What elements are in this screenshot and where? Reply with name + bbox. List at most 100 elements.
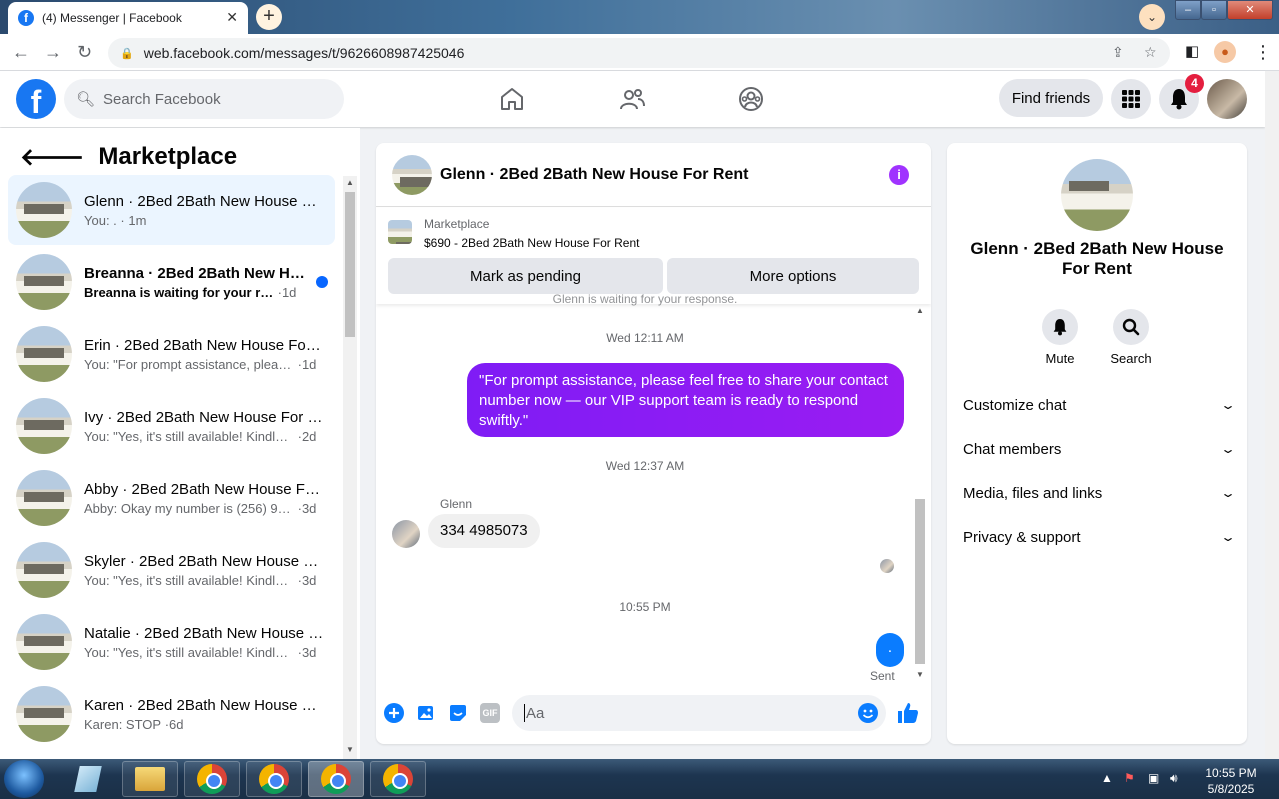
tab-search-icon[interactable]: ⌄ (1139, 4, 1165, 30)
conversation-name: Erin · 2Bed 2Bath New House For Rent (84, 336, 324, 354)
conversation-preview: You: "For prompt assistance, please feel… (84, 356, 294, 372)
find-friends-button[interactable]: Find friends (999, 79, 1103, 117)
message-input-placeholder: Aa (526, 704, 545, 722)
share-icon[interactable]: ⇪ (1112, 44, 1124, 61)
reload-icon[interactable]: ↻ (77, 42, 92, 63)
outgoing-message-bubble[interactable]: . (876, 633, 904, 667)
conversation-name: Glenn · 2Bed 2Bath New House For Rent (84, 192, 324, 210)
search-icon: 🔍︎ (76, 91, 96, 108)
conversation-preview: You: "Yes, it's still available! Kindly … (84, 644, 294, 660)
sticker-icon[interactable] (448, 703, 468, 723)
mark-as-pending-button[interactable]: Mark as pending (388, 258, 663, 294)
profile-icon[interactable]: ● (1214, 41, 1236, 63)
tray-overflow-icon[interactable]: ▲ (1101, 771, 1113, 785)
chat-members-section[interactable]: Chat members ⌄ (963, 429, 1236, 469)
clipped-status-text: Glenn is waiting for your response. (552, 292, 738, 306)
chrome-icon[interactable] (370, 761, 426, 797)
incoming-message-bubble[interactable]: 334 4985073 (428, 514, 540, 548)
menu-kebab-icon[interactable]: ⋮ (1254, 42, 1272, 63)
conversation-item[interactable]: Abby · 2Bed 2Bath New House For Rent Abb… (8, 463, 335, 533)
timestamp: 10:55 PM (619, 600, 671, 614)
conversation-preview: Karen: STOP (84, 716, 162, 732)
thumbs-up-icon[interactable] (896, 701, 920, 725)
media-files-links-section[interactable]: Media, files and links ⌄ (963, 473, 1237, 513)
browser-tab[interactable]: f (4) Messenger | Facebook ✕ (8, 2, 248, 34)
chat-title[interactable]: Glenn · 2Bed 2Bath New House For Rent (440, 166, 748, 184)
new-tab-button[interactable]: + (256, 4, 282, 30)
listing-thumbnail (388, 220, 412, 244)
privacy-support-section[interactable]: Privacy & support ⌄ (963, 517, 1236, 557)
side-panel-icon[interactable]: ◧ (1185, 42, 1199, 60)
url-text: web.facebook.com/messages/t/962660898742… (143, 45, 465, 61)
mute-button[interactable]: Mute (1030, 309, 1090, 366)
close-window-button[interactable]: ✕ (1227, 0, 1273, 20)
account-avatar[interactable] (1207, 79, 1247, 119)
add-plus-icon[interactable] (384, 703, 404, 723)
back-arrow-icon[interactable]: 🡐 (20, 142, 84, 172)
minimize-button[interactable]: – (1175, 0, 1201, 20)
friends-icon[interactable] (618, 85, 646, 113)
seen-receipt-avatar (880, 559, 894, 573)
conversation-item[interactable]: Ivy · 2Bed 2Bath New House For Rent You:… (8, 391, 335, 461)
section-label: Customize chat (963, 396, 1067, 414)
conversation-preview: You: "Yes, it's still available! Kindly … (84, 572, 294, 588)
timestamp: Wed 12:11 AM (606, 331, 684, 345)
menu-grid-icon[interactable] (1111, 79, 1151, 119)
photo-icon[interactable] (416, 703, 436, 723)
notification-count-badge: 4 (1185, 74, 1204, 93)
scrollbar-thumb[interactable] (345, 192, 355, 337)
chrome-icon[interactable] (246, 761, 302, 797)
gif-icon[interactable]: GIF (480, 703, 500, 723)
forward-arrow-icon[interactable]: → (44, 42, 62, 63)
message-input[interactable]: Aa (512, 695, 886, 731)
search-in-chat-button[interactable]: Search (1101, 309, 1161, 366)
close-tab-icon[interactable]: ✕ (226, 9, 238, 26)
conversation-item[interactable]: Karen · 2Bed 2Bath New House For Rent Ka… (8, 679, 335, 749)
sidebar-scrollbar[interactable]: ▲ ▼ (343, 176, 357, 759)
conversation-item[interactable]: Breanna · 2Bed 2Bath New House For Rent … (8, 247, 335, 317)
lock-icon: 🔒 (120, 47, 134, 60)
back-arrow-icon[interactable]: ← (12, 42, 30, 63)
system-clock[interactable]: 10:55 PM 5/8/2025 (1196, 765, 1266, 797)
customize-chat-section[interactable]: Customize chat ⌄ (963, 385, 1236, 425)
chat-thumbnail[interactable] (392, 154, 432, 195)
maximize-button[interactable]: ▫ (1201, 0, 1227, 20)
listing-title[interactable]: $690 - 2Bed 2Bath New House For Rent (424, 236, 639, 250)
listing-profile-image[interactable] (1061, 159, 1133, 231)
conversation-name: Skyler · 2Bed 2Bath New House For Rent (84, 552, 324, 570)
sender-avatar[interactable] (392, 520, 420, 548)
scrollbar-thumb[interactable] (915, 499, 925, 664)
home-icon[interactable] (498, 85, 526, 113)
start-button[interactable] (4, 760, 44, 798)
conversation-name: Natalie · 2Bed 2Bath New House For Rent (84, 624, 324, 642)
conversation-item[interactable]: Natalie · 2Bed 2Bath New House For Rent … (8, 607, 335, 677)
search-input[interactable]: 🔍︎ Search Facebook (64, 79, 344, 119)
action-center-flag-icon[interactable]: ⚑ (1124, 771, 1135, 785)
chat-scrollbar[interactable]: ▲ ▼ (913, 304, 927, 684)
conversation-preview: You: "Yes, it's still available! Kindly … (84, 428, 294, 444)
volume-icon[interactable]: 🔊︎ (1170, 771, 1178, 786)
network-icon[interactable]: ▣ (1148, 771, 1159, 785)
conversation-preview: Breanna is waiting for your response. (84, 284, 274, 300)
conversation-item[interactable]: Skyler · 2Bed 2Bath New House For Rent Y… (8, 535, 335, 605)
emoji-icon[interactable] (858, 703, 878, 723)
search-icon (1113, 309, 1149, 345)
groups-icon[interactable] (737, 85, 765, 113)
info-icon[interactable]: i (889, 165, 909, 185)
conversation-time: 3d (301, 500, 317, 516)
conversation-item[interactable]: Erin · 2Bed 2Bath New House For Rent You… (8, 319, 335, 389)
chrome-icon[interactable] (184, 761, 240, 797)
outgoing-message-bubble[interactable]: "For prompt assistance, please feel free… (467, 363, 904, 437)
file-explorer-icon[interactable] (122, 761, 178, 797)
section-label: Media, files and links (963, 484, 1103, 502)
notepad-icon[interactable] (60, 761, 116, 797)
bookmark-star-icon[interactable]: ☆ (1144, 44, 1157, 61)
conversation-title: Glenn · 2Bed 2Bath New House For Rent (970, 239, 1224, 278)
chevron-down-icon: ⌄ (1219, 486, 1237, 500)
address-bar[interactable]: 🔒 web.facebook.com/messages/t/9626608987… (108, 38, 1170, 68)
page-scrollbar[interactable] (1265, 71, 1279, 759)
more-options-button[interactable]: More options (667, 258, 919, 294)
chrome-icon[interactable] (308, 761, 364, 797)
conversation-item[interactable]: Glenn · 2Bed 2Bath New House For Rent Yo… (8, 175, 335, 245)
facebook-logo-icon[interactable]: f (16, 79, 56, 119)
